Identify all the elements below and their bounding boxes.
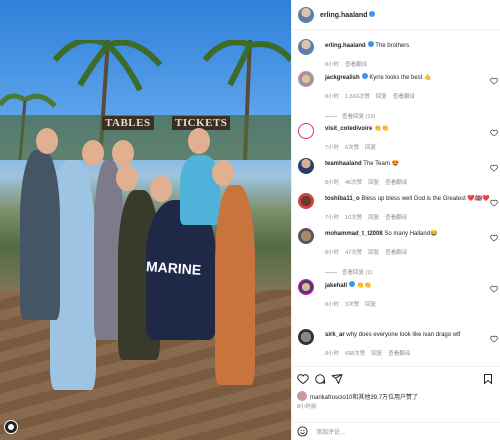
like-heart-icon[interactable] bbox=[490, 234, 498, 242]
add-comment-bar: 添加评论... bbox=[291, 422, 500, 440]
tagged-users-icon[interactable] bbox=[4, 420, 18, 434]
liker-avatar[interactable] bbox=[297, 391, 307, 401]
comment-time[interactable]: 7小时 bbox=[325, 215, 339, 221]
person-6 bbox=[215, 185, 255, 385]
comment-avatar[interactable] bbox=[298, 71, 314, 87]
verified-badge-icon bbox=[369, 10, 376, 17]
verified-badge-icon bbox=[361, 73, 368, 79]
comment-text: Kyrre looks the best 🤙 bbox=[369, 75, 432, 81]
reply-button[interactable]: 回复 bbox=[368, 215, 379, 221]
reply-button[interactable]: 回复 bbox=[368, 250, 379, 256]
comment-like-count[interactable]: 47次赞 bbox=[345, 250, 362, 256]
comment-avatar[interactable] bbox=[298, 193, 314, 209]
comment-like-count[interactable]: 10次赞 bbox=[345, 215, 362, 221]
like-heart-icon[interactable] bbox=[490, 164, 498, 172]
comment-username[interactable]: jakehall bbox=[325, 283, 347, 289]
reply-button[interactable]: 回复 bbox=[365, 145, 376, 151]
comment-avatar[interactable] bbox=[298, 228, 314, 244]
comment-like-count[interactable]: 3次赞 bbox=[345, 302, 359, 308]
comment-username[interactable]: sirk_ar bbox=[325, 332, 345, 338]
sign-tables: TABLES bbox=[102, 116, 154, 130]
action-icons bbox=[297, 373, 494, 387]
post-photo[interactable]: TABLES TICKETS MARINE bbox=[0, 0, 291, 440]
instagram-post-view: TABLES TICKETS MARINE erling.haaland erl… bbox=[0, 0, 500, 440]
comment-text: 👏👏 bbox=[374, 126, 389, 132]
post-header: erling.haaland bbox=[292, 0, 500, 30]
post-actions: marikafruscio10和其他39.7万位用户赞了 8小时前 bbox=[291, 366, 500, 422]
author-avatar[interactable] bbox=[298, 6, 314, 23]
post-time[interactable]: 8小时前 bbox=[297, 402, 317, 410]
caption-username[interactable]: erling.haaland bbox=[325, 43, 366, 49]
comment-time[interactable]: 7小时 bbox=[325, 145, 339, 151]
comment-avatar[interactable] bbox=[298, 158, 314, 174]
like-heart-icon[interactable] bbox=[490, 77, 498, 85]
comments-list[interactable]: erling.haaland The brothers 8小时 查看翻译 jack… bbox=[292, 30, 500, 366]
comment-username[interactable]: jackgrealish bbox=[325, 75, 360, 81]
verified-badge-icon bbox=[349, 281, 356, 287]
verified-badge-icon bbox=[367, 41, 374, 47]
comment-like-count[interactable]: 6次赞 bbox=[345, 145, 359, 151]
translate-link[interactable]: 查看翻译 bbox=[385, 180, 407, 186]
author-username[interactable]: erling.haaland bbox=[320, 10, 376, 19]
bookmark-icon[interactable] bbox=[482, 373, 494, 385]
comment-text: The Team 😍 bbox=[363, 161, 399, 167]
reply-button[interactable]: 回复 bbox=[365, 302, 376, 308]
comment-username[interactable]: teamhaaland bbox=[325, 161, 362, 167]
comment-like-count[interactable]: 1,663次赞 bbox=[345, 94, 370, 100]
view-replies-link[interactable]: 查看回复 (19) bbox=[325, 112, 483, 120]
caption-text: The brothers bbox=[375, 43, 410, 49]
comment-like-count[interactable]: 46次赞 bbox=[345, 180, 362, 186]
comment-avatar[interactable] bbox=[298, 329, 314, 345]
view-replies-link[interactable]: 查看回复 (1) bbox=[325, 268, 483, 276]
caption-time[interactable]: 8小时 bbox=[325, 62, 339, 68]
person-4-head bbox=[150, 176, 172, 202]
comment-avatar[interactable] bbox=[298, 279, 314, 295]
reply-button[interactable]: 回复 bbox=[376, 94, 387, 100]
likes-summary[interactable]: marikafruscio10和其他39.7万位用户赞了 bbox=[297, 391, 418, 401]
comment-username[interactable]: visit_cotedivoire bbox=[325, 126, 372, 132]
comment-text: why does everyone look like ivan drago w… bbox=[346, 332, 461, 338]
person-7 bbox=[20, 150, 60, 320]
like-heart-icon[interactable] bbox=[490, 129, 498, 137]
comment-avatar[interactable] bbox=[298, 123, 314, 139]
comment-text: Bless up bless well God is the Greatest … bbox=[361, 196, 490, 202]
person-5-head bbox=[188, 128, 210, 154]
reply-button[interactable]: 回复 bbox=[368, 180, 379, 186]
person-1-head bbox=[82, 140, 104, 166]
person-2-head bbox=[112, 140, 134, 166]
translate-link[interactable]: 查看翻译 bbox=[385, 215, 407, 221]
comment-bubble-icon[interactable] bbox=[314, 373, 326, 385]
caption-translate-link[interactable]: 查看翻译 bbox=[345, 62, 367, 68]
comment-input[interactable]: 添加评论... bbox=[316, 427, 345, 436]
share-send-icon[interactable] bbox=[331, 373, 343, 385]
like-heart-icon[interactable] bbox=[490, 335, 498, 343]
person-7-head bbox=[36, 128, 58, 154]
comment-like-count[interactable]: 698次赞 bbox=[345, 351, 365, 357]
person-3-head bbox=[116, 165, 138, 191]
person-6-head bbox=[212, 160, 234, 186]
reply-button[interactable]: 回复 bbox=[371, 351, 382, 357]
comment-username[interactable]: mohammad_t_t2008 bbox=[325, 231, 383, 237]
comment-time[interactable]: 8小时 bbox=[325, 180, 339, 186]
like-heart-icon[interactable] bbox=[490, 285, 498, 293]
likes-text[interactable]: marikafruscio10和其他39.7万位用户赞了 bbox=[310, 392, 418, 401]
like-heart-icon[interactable] bbox=[490, 199, 498, 207]
comment-time[interactable]: 8小时 bbox=[325, 351, 339, 357]
comment-time[interactable]: 8小时 bbox=[325, 94, 339, 100]
comment-text: So many Halland😂 bbox=[384, 231, 438, 237]
author-username-text[interactable]: erling.haaland bbox=[320, 12, 367, 19]
comment-username[interactable]: toshiba11_o bbox=[325, 196, 360, 202]
comment-time[interactable]: 8小时 bbox=[325, 302, 339, 308]
translate-link[interactable]: 查看翻译 bbox=[393, 94, 415, 100]
emoji-picker-icon[interactable] bbox=[297, 426, 308, 437]
caption-avatar[interactable] bbox=[298, 39, 314, 55]
comment-time[interactable]: 8小时 bbox=[325, 250, 339, 256]
translate-link[interactable]: 查看翻译 bbox=[385, 250, 407, 256]
translate-link[interactable]: 查看翻译 bbox=[388, 351, 410, 357]
comment-text: 👏👏 bbox=[356, 283, 372, 289]
like-heart-icon[interactable] bbox=[297, 373, 309, 385]
